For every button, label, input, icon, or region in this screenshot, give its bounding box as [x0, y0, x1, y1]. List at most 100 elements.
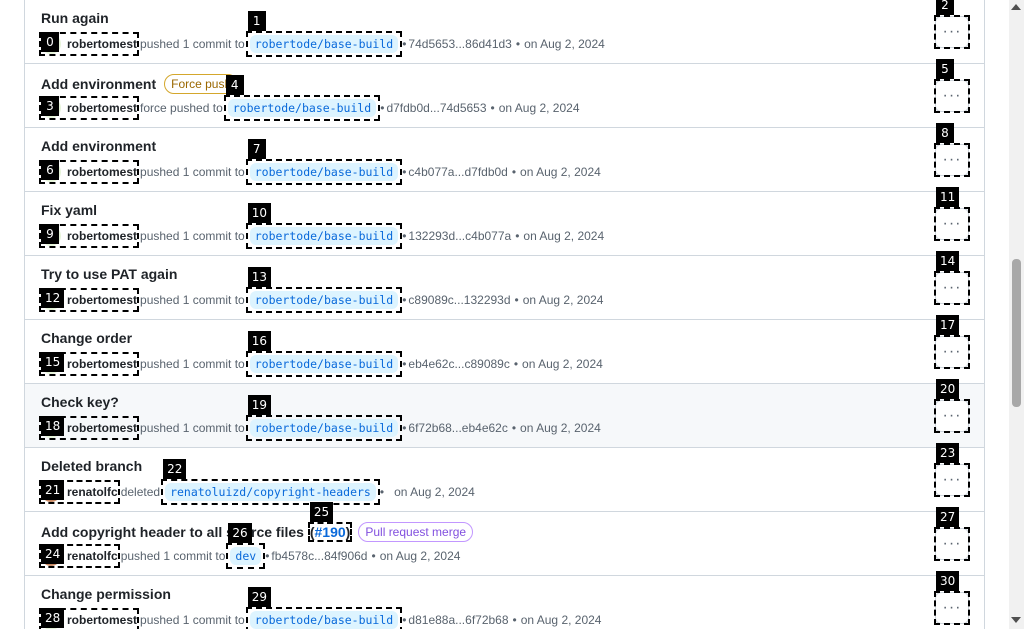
branch-link[interactable]: robertode/base-build [227, 99, 377, 117]
activity-title: Add copyright header to all source files… [41, 522, 474, 542]
branch-link[interactable]: renatoluizd/copyright-headers [165, 483, 376, 501]
more-options-button[interactable]: ··· [935, 528, 969, 560]
activity-title: Run again [41, 10, 109, 26]
scroll-down-arrow-icon[interactable] [1011, 617, 1021, 623]
commit-range-link[interactable]: c4b077a...d7fdb0d [408, 165, 507, 179]
branch-link[interactable]: robertode/base-build [249, 35, 399, 53]
kebab-icon: ··· [942, 343, 962, 360]
activity-item: Change permission robertomest pushed 1 c… [25, 575, 984, 629]
branch-link[interactable]: robertode/base-build [249, 419, 399, 437]
avatar[interactable] [41, 354, 61, 374]
activity-meta: robertomest pushed 1 commit to robertode… [41, 226, 604, 246]
user-link[interactable]: robertomest [67, 37, 137, 51]
more-options-button[interactable]: ··· [935, 144, 969, 176]
activity-meta: robertomest pushed 1 commit to robertode… [41, 290, 603, 310]
avatar[interactable] [41, 162, 61, 182]
commit-range-link[interactable]: 6f72b68...eb4e62c [408, 421, 507, 435]
activity-item: Check key? robertomest pushed 1 commit t… [25, 383, 984, 447]
avatar[interactable] [41, 418, 61, 438]
pull-request-link[interactable]: #190 [310, 524, 351, 540]
activity-title: Add environment Force push [41, 74, 239, 94]
branch-link[interactable]: dev [230, 547, 262, 565]
avatar[interactable] [41, 34, 61, 54]
more-options-button[interactable]: ··· [935, 16, 969, 48]
action-text: pushed 1 commit to [140, 613, 245, 627]
avatar[interactable] [41, 98, 61, 118]
action-text: deleted [120, 485, 161, 499]
activity-meta: robertomest pushed 1 commit to robertode… [41, 354, 603, 374]
kebab-icon: ··· [942, 407, 962, 424]
branch-link[interactable]: robertode/base-build [249, 355, 399, 373]
commit-range-link[interactable]: fb4578c...84f906d [271, 549, 367, 563]
user-link[interactable]: robertomest [67, 357, 137, 371]
branch-link[interactable]: robertode/base-build [249, 611, 399, 629]
activity-meta: robertomest pushed 1 commit to robertode… [41, 34, 605, 54]
avatar[interactable] [41, 226, 61, 246]
avatar[interactable] [41, 482, 61, 502]
avatar[interactable] [41, 290, 61, 310]
user-link[interactable]: robertomest [67, 293, 137, 307]
activity-date: on Aug 2, 2024 [379, 549, 461, 563]
branch-link[interactable]: robertode/base-build [249, 227, 399, 245]
activity-meta: robertomest pushed 1 commit to robertode… [41, 418, 601, 438]
activity-date: on Aug 2, 2024 [520, 421, 601, 435]
avatar[interactable] [41, 546, 61, 566]
more-options-button[interactable]: ··· [935, 80, 969, 112]
user-link[interactable]: renatolfc [67, 549, 118, 563]
scroll-up-arrow-icon[interactable] [1011, 4, 1021, 10]
user-link[interactable]: renatolfc [67, 485, 118, 499]
action-text: pushed 1 commit to [140, 229, 245, 243]
activity-item: Add copyright header to all source files… [25, 511, 984, 575]
kebab-icon: ··· [942, 151, 962, 168]
more-options-button[interactable]: ··· [935, 272, 969, 304]
activity-item: Add environment Force push robertomest fo… [25, 63, 984, 127]
branch-link[interactable]: robertode/base-build [249, 291, 399, 309]
activity-title: Change permission [41, 586, 171, 602]
commit-range-link[interactable]: c89089c...132293d [408, 293, 510, 307]
user-link[interactable]: robertomest [67, 165, 137, 179]
user-link[interactable]: robertomest [67, 229, 137, 243]
kebab-icon: ··· [942, 87, 962, 104]
activity-item: Run again robertomest pushed 1 commit to… [25, 0, 984, 63]
kebab-icon: ··· [942, 23, 962, 40]
user-link[interactable]: robertomest [67, 613, 137, 627]
activity-date: on Aug 2, 2024 [523, 229, 605, 243]
more-options-button[interactable]: ··· [935, 464, 969, 496]
action-text: pushed 1 commit to [140, 37, 245, 51]
action-text: pushed 1 commit to [140, 293, 245, 307]
kebab-icon: ··· [942, 215, 962, 232]
activity-date: on Aug 2, 2024 [498, 101, 580, 115]
activity-title: Check key? [41, 394, 119, 410]
commit-range-link[interactable]: eb4e62c...c89089c [408, 357, 509, 371]
branch-link[interactable]: robertode/base-build [249, 163, 399, 181]
pull-request-merge-badge: Pull request merge [358, 522, 474, 542]
activity-meta: renatolfc deleted renatoluizd/copyright-… [41, 482, 475, 502]
activity-title: Change order [41, 330, 133, 346]
user-link[interactable]: robertomest [67, 421, 137, 435]
more-options-button[interactable]: ··· [935, 592, 969, 624]
action-text: force pushed to [140, 101, 223, 115]
activity-meta: renatolfc pushed 1 commit to dev • fb457… [41, 546, 460, 566]
activity-meta: robertomest force pushed to robertode/ba… [41, 98, 580, 118]
action-text: pushed 1 commit to [120, 549, 226, 563]
action-text: pushed 1 commit to [140, 165, 245, 179]
activity-item: Fix yaml robertomest pushed 1 commit to … [25, 191, 984, 255]
action-text: pushed 1 commit to [140, 421, 245, 435]
more-options-button[interactable]: ··· [935, 208, 969, 240]
avatar[interactable] [41, 610, 61, 629]
commit-range-link[interactable]: d81e88a...6f72b68 [408, 613, 508, 627]
more-options-button[interactable]: ··· [935, 400, 969, 432]
user-link[interactable]: robertomest [67, 101, 137, 115]
activity-date: on Aug 2, 2024 [520, 165, 601, 179]
activity-item: Deleted branch renatolfc deleted renatol… [25, 447, 984, 511]
commit-range-link[interactable]: 132293d...c4b077a [408, 229, 511, 243]
activity-title: Deleted branch [41, 458, 143, 474]
activity-item: Change order robertomest pushed 1 commit… [25, 319, 984, 383]
action-text: pushed 1 commit to [140, 357, 245, 371]
more-options-button[interactable]: ··· [935, 336, 969, 368]
activity-meta: robertomest pushed 1 commit to robertode… [41, 610, 601, 629]
activity-date: on Aug 2, 2024 [524, 37, 605, 51]
scrollbar-thumb[interactable] [1012, 259, 1021, 407]
commit-range-link[interactable]: d7fdb0d...74d5653 [386, 101, 486, 115]
commit-range-link[interactable]: 74d5653...86d41d3 [408, 37, 511, 51]
